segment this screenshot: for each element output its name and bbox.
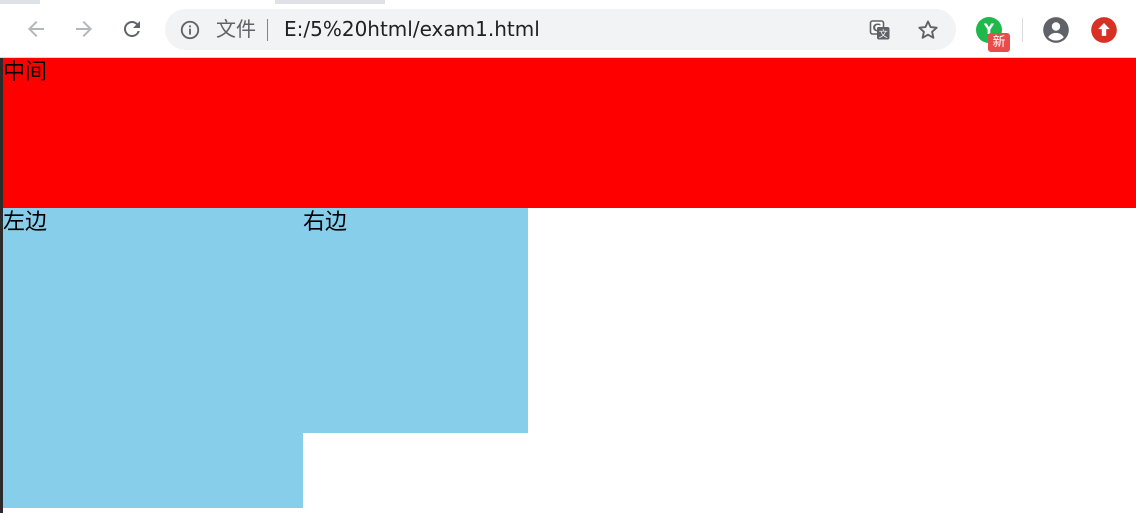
middle-block: 中间 bbox=[3, 58, 1136, 208]
reload-icon bbox=[124, 21, 140, 37]
toolbar-divider bbox=[1022, 18, 1023, 42]
address-bar[interactable]: 文件 E:/5%20html/exam1.html G 文 bbox=[165, 9, 956, 50]
middle-label: 中间 bbox=[3, 60, 48, 85]
star-icon[interactable] bbox=[916, 18, 940, 42]
back-button[interactable] bbox=[21, 14, 51, 44]
browser-window: 文件 E:/5%20html/exam1.html G 文 Y 新 中间 左边 … bbox=[0, 0, 1136, 513]
tab-edge-right bbox=[385, 0, 1136, 4]
reload-button[interactable] bbox=[117, 14, 147, 44]
right-block: 右边 bbox=[303, 208, 528, 433]
svg-text:文: 文 bbox=[879, 28, 888, 40]
browser-toolbar: 文件 E:/5%20html/exam1.html G 文 Y 新 bbox=[0, 0, 1136, 58]
info-icon[interactable] bbox=[179, 19, 201, 41]
arrow-left-icon bbox=[28, 21, 44, 37]
forward-button[interactable] bbox=[69, 14, 99, 44]
tab-edge-left bbox=[40, 0, 275, 4]
extension-badge: 新 bbox=[988, 33, 1010, 52]
arrow-right-icon bbox=[76, 21, 92, 37]
left-label: 左边 bbox=[3, 210, 48, 235]
tab-strip-edge bbox=[0, 0, 1136, 4]
account-circle-icon[interactable] bbox=[1042, 16, 1070, 44]
address-scheme-label: 文件 bbox=[216, 17, 256, 41]
address-url[interactable]: E:/5%20html/exam1.html bbox=[284, 17, 540, 42]
address-separator bbox=[267, 19, 268, 41]
page-viewport: 中间 左边 右边 bbox=[0, 58, 1136, 513]
update-arrow-icon[interactable] bbox=[1090, 16, 1118, 44]
translate-icon[interactable]: G 文 bbox=[868, 18, 892, 42]
left-block: 左边 bbox=[3, 208, 303, 508]
right-label: 右边 bbox=[303, 210, 348, 235]
